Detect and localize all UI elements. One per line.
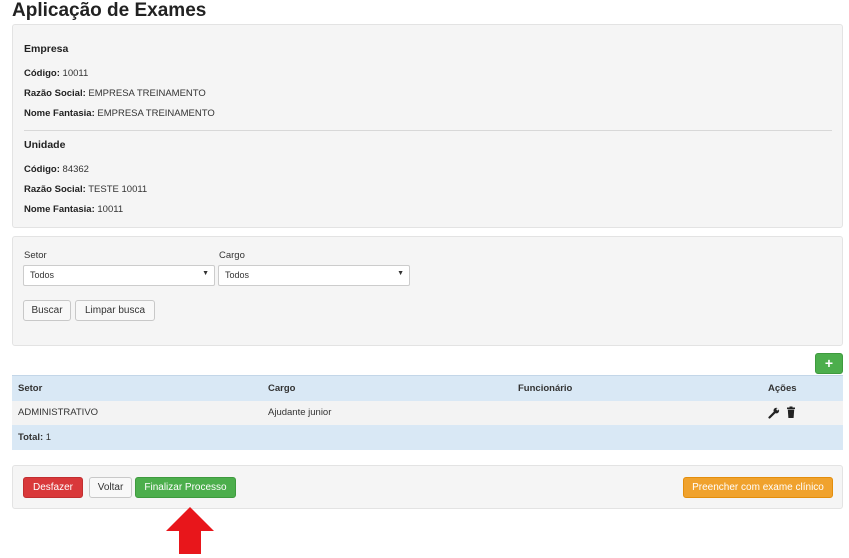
cargo-select[interactable]: Todos ▼: [218, 265, 410, 286]
arrow-up-icon: [166, 507, 214, 554]
cell-setor: ADMINISTRATIVO: [18, 407, 99, 418]
filter-panel: Setor Todos ▼ Cargo Todos ▼ Buscar Limpa…: [12, 236, 843, 346]
setor-label: Setor: [24, 250, 47, 261]
actions-panel: Desfazer Voltar Finalizar Processo Preen…: [12, 465, 843, 509]
empresa-title: Empresa: [24, 43, 69, 55]
divider: [24, 130, 832, 131]
cargo-select-value: Todos: [225, 270, 250, 280]
page-title: Aplicação de Exames: [12, 0, 207, 21]
caret-down-icon: ▼: [397, 270, 404, 277]
caret-down-icon: ▼: [202, 270, 209, 277]
trash-icon[interactable]: [785, 406, 797, 419]
table-header: Setor Cargo Funcionário Ações: [12, 375, 843, 401]
table-row: ADMINISTRATIVO Ajudante junior: [12, 401, 843, 425]
col-acoes: Ações: [768, 383, 797, 394]
buscar-button[interactable]: Buscar: [23, 300, 71, 321]
preencher-exame-clinico-button[interactable]: Preencher com exame clínico: [683, 477, 833, 498]
finalizar-processo-button[interactable]: Finalizar Processo: [135, 477, 236, 498]
cell-cargo: Ajudante junior: [268, 407, 332, 418]
desfazer-button[interactable]: Desfazer: [23, 477, 83, 498]
wrench-icon[interactable]: [768, 406, 780, 419]
col-setor: Setor: [18, 383, 43, 394]
voltar-button[interactable]: Voltar: [89, 477, 132, 498]
setor-select[interactable]: Todos ▼: [23, 265, 215, 286]
cargo-label: Cargo: [219, 250, 245, 261]
empresa-razao: Razão Social: EMPRESA TREINAMENTO: [24, 88, 206, 99]
limpar-busca-button[interactable]: Limpar busca: [75, 300, 155, 321]
col-cargo: Cargo: [268, 383, 296, 394]
unidade-codigo: Código: 84362: [24, 164, 89, 175]
empresa-fantasia: Nome Fantasia: EMPRESA TREINAMENTO: [24, 108, 215, 119]
total-row: Total: 1: [18, 432, 52, 443]
unidade-razao: Razão Social: TESTE 10011: [24, 184, 148, 195]
col-funcionario: Funcionário: [518, 383, 573, 394]
company-info-panel: Empresa Código: 10011 Razão Social: EMPR…: [12, 24, 843, 228]
unidade-fantasia: Nome Fantasia: 10011: [24, 204, 124, 215]
setor-select-value: Todos: [30, 270, 55, 280]
empresa-codigo: Código: 10011: [24, 68, 89, 79]
add-button[interactable]: +: [815, 353, 843, 374]
unidade-title: Unidade: [24, 139, 66, 151]
table-footer: Total: 1: [12, 425, 843, 450]
